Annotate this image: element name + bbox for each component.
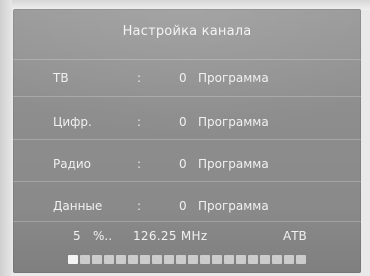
row-label: Цифр. [53, 115, 92, 129]
row-label: Данные [53, 199, 103, 213]
progress-segment [212, 255, 222, 264]
row-unit: Программа [198, 71, 269, 85]
row-unit: Программа [198, 157, 269, 171]
progress-segment [68, 255, 78, 264]
row-count: 0 [179, 115, 187, 129]
row-colon: : [137, 71, 142, 85]
progress-segment [200, 255, 210, 264]
progress-segment [296, 255, 306, 264]
progress-segment [248, 255, 258, 264]
divider [13, 96, 361, 97]
row-colon: : [137, 199, 142, 213]
progress-segment [236, 255, 246, 264]
divider [13, 59, 361, 60]
scan-status: 5 %.. 126.25 MHz АТВ [13, 221, 361, 269]
progress-segment [116, 255, 126, 264]
progress-segment [80, 255, 90, 264]
divider [13, 139, 361, 140]
scan-percent-suffix: %.. [93, 229, 113, 243]
row-count: 0 [179, 71, 187, 85]
row-data: Данные : 0 Программа [13, 192, 361, 220]
progress-segment [188, 255, 198, 264]
progress-segment [176, 255, 186, 264]
progress-segment [104, 255, 114, 264]
channel-setup-panel: Настройка канала ТВ : 0 Программа Цифр. … [13, 9, 361, 273]
row-digital: Цифр. : 0 Программа [13, 108, 361, 136]
panel-title: Настройка канала [122, 24, 252, 39]
row-colon: : [137, 115, 142, 129]
scan-progress-bar [68, 255, 312, 264]
progress-segment [140, 255, 150, 264]
row-unit: Программа [198, 115, 269, 129]
scan-system: АТВ [283, 229, 307, 243]
progress-segment [272, 255, 282, 264]
divider [13, 181, 361, 182]
progress-segment [128, 255, 138, 264]
row-colon: : [137, 157, 142, 171]
progress-segment [260, 255, 270, 264]
progress-segment [152, 255, 162, 264]
progress-segment [224, 255, 234, 264]
row-count: 0 [179, 157, 187, 171]
progress-segment [92, 255, 102, 264]
progress-segment [164, 255, 174, 264]
row-count: 0 [179, 199, 187, 213]
row-label: ТВ [53, 71, 69, 85]
row-unit: Программа [198, 199, 269, 213]
row-radio: Радио : 0 Программа [13, 150, 361, 178]
scan-percent: 5 [73, 229, 81, 243]
progress-segment [284, 255, 294, 264]
row-label: Радио [53, 157, 92, 171]
row-tv: ТВ : 0 Программа [13, 64, 361, 92]
scan-frequency: 126.25 MHz [133, 229, 208, 243]
photo-left-edge [0, 0, 12, 276]
